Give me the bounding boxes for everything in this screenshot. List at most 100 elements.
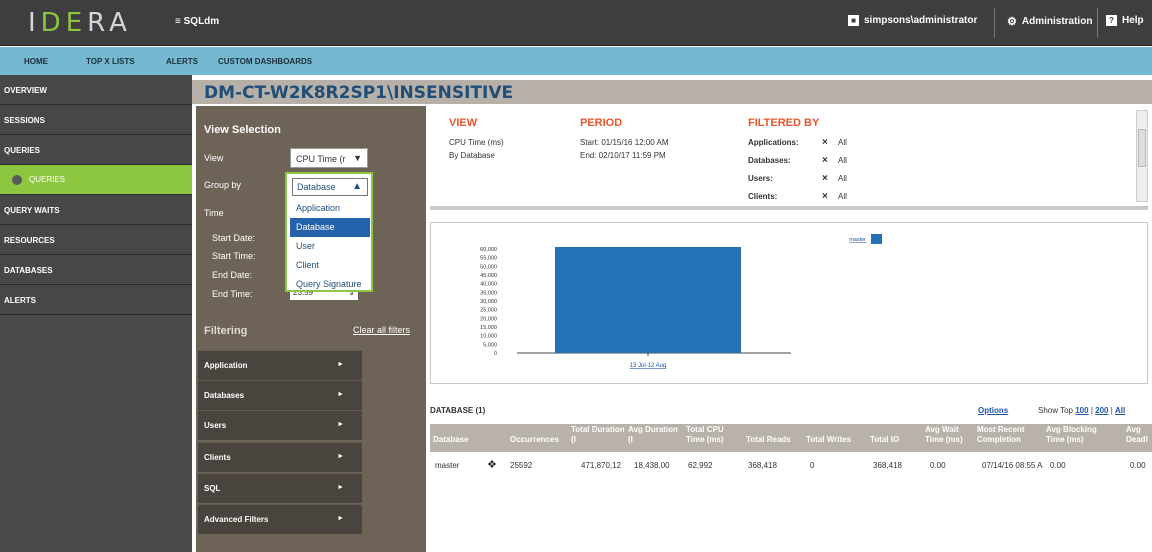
cell-total-duration: 471,870,12 [581, 461, 622, 470]
sidebar-item-resources[interactable]: RESOURCES [0, 225, 192, 255]
group-by-select[interactable]: Database ▲ [292, 178, 368, 196]
view-select-value: CPU Time (r [296, 154, 346, 164]
close-icon[interactable]: × [822, 137, 828, 148]
idera-logo[interactable]: IDERA [28, 8, 132, 38]
close-icon[interactable]: × [822, 173, 828, 184]
chart-panel: 60,000 55,000 50,000 45,000 40,000 35,000 30,0… [430, 222, 1148, 384]
filter-applications-label: Applications: [748, 138, 799, 147]
period-end: End: 02/10/17 11:59 PM [580, 151, 666, 160]
filter-users-label: Users: [748, 174, 773, 183]
filter-databases[interactable]: Databases ► [198, 380, 362, 410]
filter-label: Advanced Filters [204, 515, 269, 524]
column-header-total-reads[interactable]: Total Reads [746, 435, 791, 445]
end-time-label: End Time: [212, 289, 253, 299]
option-database[interactable]: Database [290, 218, 370, 237]
show-top-200-link[interactable]: 200 [1095, 406, 1108, 415]
sidebar-item-sessions[interactable]: SESSIONS [0, 105, 192, 135]
filter-label: Users [204, 421, 227, 430]
option-application[interactable]: Application [290, 199, 370, 218]
column-header-occurrences[interactable]: Occurrences [510, 435, 559, 445]
legend-label[interactable]: master [849, 237, 866, 243]
product-name: SQLdm [183, 16, 220, 27]
column-header-avg-blocking[interactable]: Avg Blocking Time (ms) [1046, 425, 1104, 445]
filter-advanced[interactable]: Advanced Filters ► [198, 504, 362, 534]
close-icon[interactable]: × [822, 155, 828, 166]
options-link[interactable]: Options [978, 406, 1008, 415]
view-label: View [204, 153, 224, 163]
sidebar-item-alerts[interactable]: ALERTS [0, 285, 192, 315]
help-label: Help [1122, 15, 1144, 26]
column-header-avg-wait[interactable]: Avg Wait Time (ms) [925, 425, 969, 445]
x-tick-label[interactable]: 13 Jul-12 Aug [630, 363, 667, 369]
show-top-all-link[interactable]: All [1115, 406, 1125, 415]
view-heading: VIEW [449, 117, 478, 129]
cell-avg-duration: 18,438.00 [634, 461, 670, 470]
column-header-total-writes[interactable]: Total Writes [806, 435, 851, 445]
y-tick-label: 0 [494, 351, 497, 357]
help-menu[interactable]: ? Help [1106, 15, 1144, 26]
panel-divider[interactable] [430, 206, 1148, 210]
administration-menu[interactable]: ⚙ Administration [1007, 15, 1092, 28]
caret-down-icon: ▼ [353, 153, 362, 163]
nav-home[interactable]: HOME [24, 57, 48, 66]
filter-clients[interactable]: Clients ► [198, 442, 362, 472]
column-header-avg-duration[interactable]: Avg Duration (I [628, 425, 680, 445]
divider [994, 8, 995, 38]
sidebar-subitem-queries[interactable]: QUERIES [0, 165, 192, 195]
cell-avg-deadlocks: 0.00 [1130, 461, 1146, 470]
scrollbar-thumb[interactable] [1138, 129, 1146, 167]
y-tick-label: 15,000 [480, 325, 497, 331]
bar-master[interactable] [555, 247, 741, 353]
caret-right-icon: ► [337, 361, 344, 368]
sidebar-item-query-waits[interactable]: QUERY WAITS [0, 195, 192, 225]
cell-most-recent: 07/14/16 08:55 A [982, 461, 1043, 470]
cell-database[interactable]: master [435, 461, 459, 470]
help-icon: ? [1106, 15, 1117, 26]
info-icon[interactable]: ❖ [487, 458, 497, 471]
summary-scrollbar[interactable] [1136, 110, 1148, 202]
view-selection-heading: View Selection [204, 124, 281, 136]
filter-databases-value: All [838, 156, 847, 165]
filter-users[interactable]: Users ► [198, 410, 362, 440]
filter-label: Application [204, 361, 248, 370]
sidebar-subitem-label: QUERIES [29, 175, 66, 184]
column-header-avg-deadlocks[interactable]: Avg Deadl [1126, 425, 1152, 445]
close-icon[interactable]: × [822, 191, 828, 202]
nav-alerts[interactable]: ALERTS [166, 57, 198, 66]
start-date-label: Start Date: [212, 233, 256, 243]
sidebar-item-databases[interactable]: DATABASES [0, 255, 192, 285]
option-user[interactable]: User [290, 237, 370, 256]
sidebar-item-queries[interactable]: QUERIES [0, 135, 192, 165]
sidebar-item-overview[interactable]: OVERVIEW [0, 75, 192, 105]
gear-icon: ⚙ [1007, 16, 1017, 28]
y-tick-label: 55,000 [480, 256, 497, 262]
caret-right-icon: ► [337, 484, 344, 491]
grid-options-link[interactable]: Options [978, 406, 1008, 415]
column-header-total-duration[interactable]: Total Duration (I [571, 425, 627, 445]
option-client[interactable]: Client [290, 256, 370, 275]
option-query-signature[interactable]: Query Signature [290, 275, 370, 294]
product-menu[interactable]: ≡ SQLdm [175, 16, 219, 27]
filter-application[interactable]: Application ► [198, 350, 362, 380]
main-nav: HOME TOP X LISTS ALERTS CUSTOM DASHBOARD… [0, 47, 1152, 75]
y-tick-label: 35,000 [480, 290, 497, 296]
column-header-most-recent[interactable]: Most Recent Completion [977, 425, 1035, 445]
nav-custom-dashboards[interactable]: CUSTOM DASHBOARDS [218, 57, 312, 66]
group-by-label: Group by [204, 180, 242, 190]
show-top-100-link[interactable]: 100 [1075, 406, 1088, 415]
top-bar: IDERA ≡ SQLdm ■ simpsons\administrator ⚙ A… [0, 0, 1152, 46]
nav-top-x-lists[interactable]: TOP X LISTS [86, 57, 135, 66]
filter-label: SQL [204, 484, 221, 493]
clear-all-filters-link[interactable]: Clear all filters [353, 325, 410, 335]
column-header-database[interactable]: Database [433, 435, 469, 445]
y-tick-label: 25,000 [480, 308, 497, 314]
caret-right-icon: ► [337, 391, 344, 398]
user-menu[interactable]: ■ simpsons\administrator [848, 15, 977, 26]
caret-right-icon: ► [337, 515, 344, 522]
y-tick-label: 60,000 [480, 247, 497, 253]
column-header-total-cpu[interactable]: Total CPU Time (ms) [686, 425, 738, 445]
view-select[interactable]: CPU Time (r ▼ [290, 148, 368, 168]
column-header-total-io[interactable]: Total IO [870, 435, 899, 445]
filter-sql[interactable]: SQL ► [198, 473, 362, 503]
menu-icon: ≡ [175, 16, 181, 27]
